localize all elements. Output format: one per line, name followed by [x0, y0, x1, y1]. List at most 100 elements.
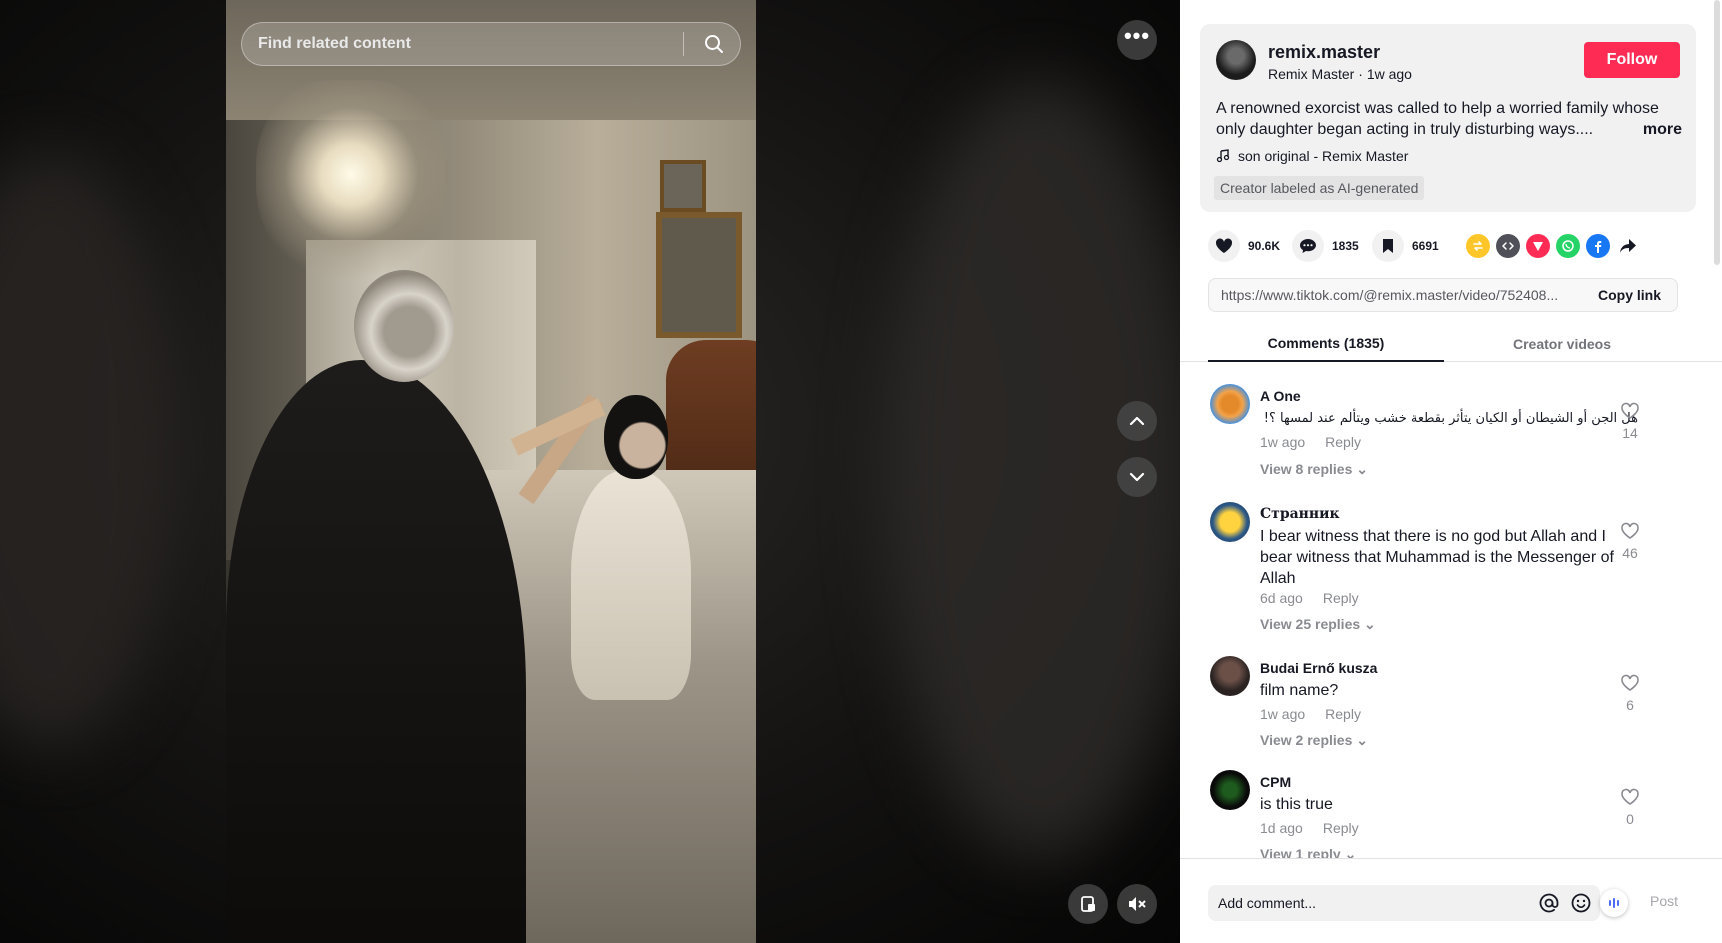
- author-subline: Remix Master · 1w ago: [1268, 66, 1412, 82]
- video-scene: [660, 160, 706, 212]
- comment-text: is this true: [1260, 796, 1333, 813]
- video-scene: [656, 212, 742, 338]
- like-button[interactable]: 90.6K: [1208, 228, 1280, 264]
- chevron-down-icon: [1129, 472, 1145, 482]
- comment-time: 1w ago: [1260, 434, 1306, 450]
- comment-input[interactable]: Add comment...: [1208, 885, 1600, 921]
- heart-outline-icon: [1621, 522, 1639, 539]
- whatsapp-icon[interactable]: [1556, 234, 1580, 258]
- reply-button[interactable]: Reply: [1323, 590, 1359, 606]
- more-options-button[interactable]: •••: [1117, 20, 1157, 60]
- comment-like-button[interactable]: 0: [1618, 788, 1642, 827]
- heart-outline-icon: [1621, 674, 1639, 691]
- heart-outline-icon: [1621, 788, 1639, 805]
- username[interactable]: remix.master: [1268, 42, 1380, 63]
- reply-button[interactable]: Reply: [1325, 434, 1361, 450]
- comment-like-count: 46: [1622, 545, 1638, 561]
- search-divider: [683, 32, 684, 56]
- avatar[interactable]: [1210, 656, 1250, 696]
- post-comment-button[interactable]: Post: [1650, 893, 1678, 909]
- avatar[interactable]: [1210, 384, 1250, 424]
- comment-text: I bear witness that there is no god but …: [1260, 528, 1614, 587]
- background-blur: [0, 150, 180, 750]
- video-link-box: https://www.tiktok.com/@remix.master/vid…: [1208, 278, 1678, 312]
- video-scene: [604, 395, 668, 479]
- view-replies-label: View 25 replies: [1260, 616, 1361, 632]
- view-replies-label: View 2 replies: [1260, 732, 1353, 748]
- post-info-card: remix.master Remix Master · 1w ago Follo…: [1200, 24, 1696, 212]
- comment-item: CPM is this true 1d ago Reply View 1 rep…: [1210, 764, 1710, 860]
- comment-time: 6d ago: [1260, 590, 1303, 606]
- tab-comments[interactable]: Comments (1835): [1208, 326, 1444, 362]
- bookmark-icon: [1372, 230, 1404, 262]
- avatar[interactable]: [1210, 502, 1250, 542]
- comment-like-count: 0: [1626, 811, 1634, 827]
- view-replies-button[interactable]: View 2 replies ⌄: [1260, 732, 1368, 749]
- send-icon[interactable]: [1526, 234, 1550, 258]
- previous-video-button[interactable]: [1117, 401, 1157, 441]
- like-count: 90.6K: [1248, 239, 1281, 253]
- embed-icon[interactable]: [1496, 234, 1520, 258]
- avatar[interactable]: [1216, 40, 1256, 80]
- floating-player-button[interactable]: [1068, 884, 1108, 924]
- action-bar: 90.6K 1835 6691: [1208, 228, 1698, 264]
- comment-input-placeholder: Add comment...: [1218, 895, 1317, 911]
- music-link[interactable]: son original - Remix Master: [1216, 148, 1408, 164]
- comment-list: A One هل الجن أو الشيطان أو الكيان يتأثر…: [1180, 378, 1722, 860]
- video-url[interactable]: https://www.tiktok.com/@remix.master/vid…: [1209, 287, 1582, 303]
- comment-meta: 1d ago Reply: [1260, 820, 1359, 836]
- facebook-icon[interactable]: [1586, 234, 1610, 258]
- comment-like-button[interactable]: 6: [1618, 674, 1642, 713]
- mention-icon[interactable]: [1538, 892, 1560, 914]
- comment-item: A One هل الجن أو الشيطان أو الكيان يتأثر…: [1210, 378, 1710, 488]
- chevron-down-icon: ⌄: [1364, 616, 1376, 632]
- save-count: 6691: [1412, 239, 1439, 253]
- comment-like-count: 6: [1626, 697, 1634, 713]
- music-note-icon: [1216, 149, 1230, 163]
- more-link[interactable]: more: [1636, 119, 1682, 140]
- comment-like-button[interactable]: 46: [1618, 522, 1642, 561]
- avatar[interactable]: [1210, 770, 1250, 810]
- comment-author[interactable]: Budai Ernő kusza: [1260, 660, 1377, 676]
- save-button[interactable]: 6691: [1372, 228, 1439, 264]
- comment-like-button[interactable]: 14: [1618, 402, 1642, 441]
- next-video-button[interactable]: [1117, 457, 1157, 497]
- reply-button[interactable]: Reply: [1323, 820, 1359, 836]
- mute-button[interactable]: [1117, 884, 1157, 924]
- repost-icon[interactable]: [1466, 234, 1490, 258]
- comment-icon: [1292, 230, 1324, 262]
- post-description: A renowned exorcist was called to help a…: [1216, 98, 1686, 140]
- comment-button[interactable]: 1835: [1292, 228, 1359, 264]
- comment-time: 1w ago: [1260, 706, 1306, 722]
- ai-generated-label: Creator labeled as AI-generated: [1214, 176, 1425, 200]
- more-dots-icon: •••: [1123, 23, 1151, 48]
- display-name: Remix Master: [1268, 66, 1355, 82]
- view-replies-button[interactable]: View 8 replies ⌄: [1260, 461, 1368, 478]
- music-title: son original - Remix Master: [1238, 148, 1409, 164]
- comment-meta: 1w ago Reply: [1260, 434, 1361, 450]
- search-bar[interactable]: Find related content: [241, 22, 741, 66]
- comment-item: Странник I bear witness that there is no…: [1210, 496, 1710, 636]
- scrollbar[interactable]: [1714, 0, 1720, 265]
- reply-button[interactable]: Reply: [1325, 706, 1361, 722]
- video-player[interactable]: [226, 0, 756, 943]
- comment-item: Budai Ernő kusza film name? 1w ago Reply…: [1210, 650, 1710, 760]
- comment-author[interactable]: CPM: [1260, 774, 1291, 790]
- copy-link-button[interactable]: Copy link: [1582, 287, 1677, 303]
- voice-icon[interactable]: [1600, 889, 1628, 917]
- mute-icon: [1129, 897, 1146, 911]
- comment-input-bar: Add comment... Post: [1180, 858, 1722, 943]
- share-icon[interactable]: [1616, 234, 1640, 258]
- comment-time: 1d ago: [1260, 820, 1303, 836]
- side-panel: remix.master Remix Master · 1w ago Follo…: [1180, 0, 1722, 943]
- comment-author[interactable]: A One: [1260, 388, 1301, 404]
- post-time: 1w ago: [1366, 66, 1412, 82]
- comment-meta: 1w ago Reply: [1260, 706, 1361, 722]
- emoji-icon[interactable]: [1570, 892, 1592, 914]
- comment-author[interactable]: Странник: [1260, 506, 1340, 522]
- tab-creator-videos[interactable]: Creator videos: [1444, 326, 1680, 362]
- search-input[interactable]: Find related content: [258, 35, 683, 53]
- view-replies-button[interactable]: View 25 replies ⌄: [1260, 616, 1376, 633]
- follow-button[interactable]: Follow: [1584, 42, 1680, 78]
- search-icon[interactable]: [696, 26, 732, 62]
